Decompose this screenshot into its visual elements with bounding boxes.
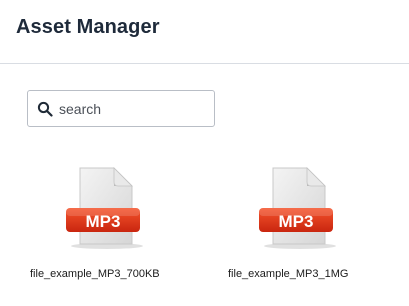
page-header: Asset Manager (0, 0, 409, 64)
asset-name: file_example_MP3_1MG (228, 268, 349, 280)
search-box[interactable] (27, 90, 215, 127)
search-input[interactable] (59, 98, 209, 120)
asset-tile[interactable]: MP3 file_example_MP3_700KB (30, 160, 220, 290)
asset-tile[interactable]: MP3 file_example_MP3_1MG (228, 160, 409, 290)
asset-name: file_example_MP3_700KB (30, 268, 160, 280)
mp3-file-icon: MP3 (66, 167, 143, 249)
search-icon (37, 101, 53, 117)
page-title: Asset Manager (16, 16, 160, 38)
file-type-label: MP3 (86, 212, 121, 231)
file-type-label: MP3 (279, 212, 314, 231)
mp3-file-icon: MP3 (259, 167, 336, 249)
